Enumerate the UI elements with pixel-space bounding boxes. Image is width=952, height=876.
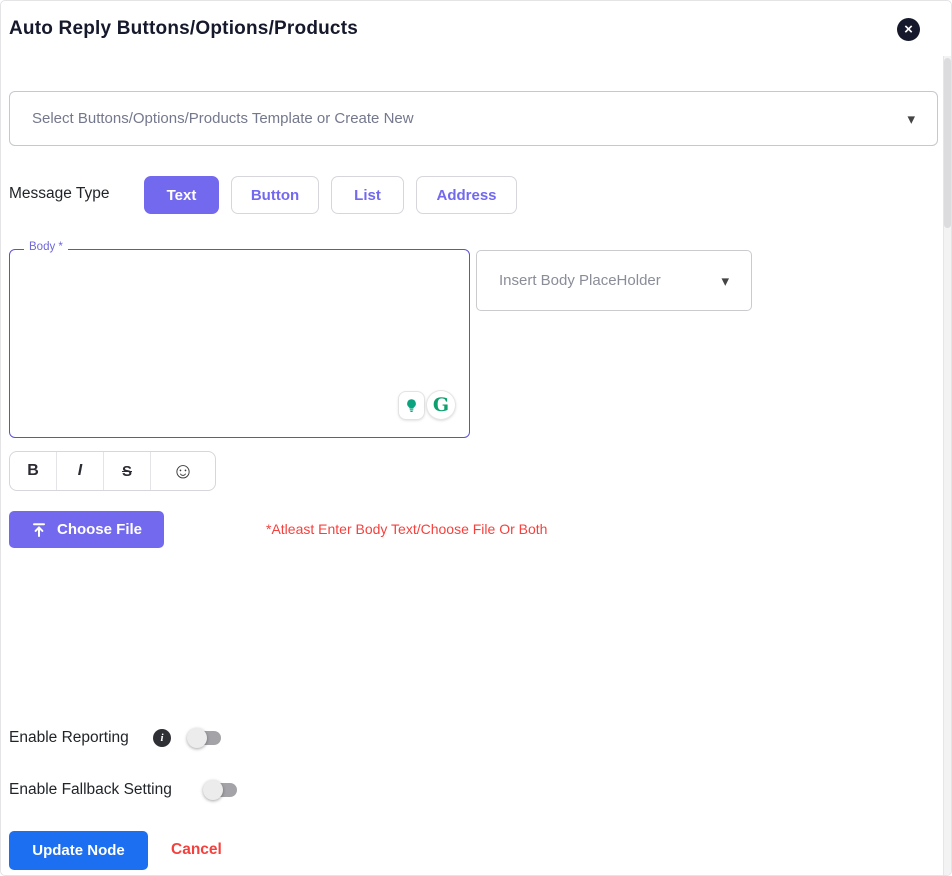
insert-body-placeholder-select[interactable]: Insert Body PlaceHolder ▾ <box>476 250 752 311</box>
auto-reply-dialog: Auto Reply Buttons/Options/Products × Se… <box>0 0 952 876</box>
grammarly-g-glyph: G <box>433 394 449 416</box>
page-title: Auto Reply Buttons/Options/Products <box>9 18 358 40</box>
message-type-label: Message Type <box>9 185 110 203</box>
close-icon: × <box>904 22 913 37</box>
chevron-down-icon: ▾ <box>721 272 729 290</box>
message-type-text-button[interactable]: Text <box>144 176 219 214</box>
upload-icon <box>31 522 47 538</box>
extension-icons: G <box>399 391 455 419</box>
toggle-knob <box>187 728 207 748</box>
enable-reporting-toggle[interactable] <box>187 728 224 748</box>
body-required-warning: *Atleast Enter Body Text/Choose File Or … <box>266 521 547 537</box>
enable-fallback-toggle[interactable] <box>203 780 240 800</box>
insert-body-placeholder-label: Insert Body PlaceHolder <box>499 272 661 289</box>
chevron-down-icon: ▾ <box>907 110 915 128</box>
scrollbar-track[interactable] <box>943 56 951 875</box>
info-icon[interactable]: i <box>153 729 171 747</box>
format-toolbar: B I S ☺ <box>9 451 216 491</box>
italic-button[interactable]: I <box>57 452 104 490</box>
template-select-placeholder: Select Buttons/Options/Products Template… <box>32 110 414 127</box>
update-node-button[interactable]: Update Node <box>9 831 148 870</box>
message-type-text-label: Text <box>167 187 197 204</box>
message-type-list-label: List <box>354 187 381 204</box>
info-glyph: i <box>160 732 163 744</box>
bold-button[interactable]: B <box>10 452 57 490</box>
close-button[interactable]: × <box>897 18 920 41</box>
message-type-button-button[interactable]: Button <box>231 176 319 214</box>
scrollbar-thumb[interactable] <box>944 58 951 228</box>
grammarly-icon[interactable]: G <box>427 391 455 419</box>
body-field: Body * G <box>9 249 470 438</box>
message-type-address-label: Address <box>436 187 496 204</box>
cancel-button[interactable]: Cancel <box>171 841 222 859</box>
template-select[interactable]: Select Buttons/Options/Products Template… <box>9 91 938 146</box>
choose-file-button[interactable]: Choose File <box>9 511 164 548</box>
strikethrough-icon: S <box>122 463 132 480</box>
enable-reporting-label: Enable Reporting <box>9 729 129 747</box>
suggestion-bulb-icon[interactable] <box>399 392 424 419</box>
italic-icon: I <box>78 462 82 480</box>
message-type-address-button[interactable]: Address <box>416 176 517 214</box>
toggle-knob <box>203 780 223 800</box>
bold-icon: B <box>27 462 39 480</box>
smiley-icon: ☺ <box>172 458 194 484</box>
emoji-button[interactable]: ☺ <box>151 452 215 490</box>
body-field-label: Body * <box>24 241 68 253</box>
strikethrough-button[interactable]: S <box>104 452 151 490</box>
choose-file-label: Choose File <box>57 521 142 538</box>
enable-fallback-label: Enable Fallback Setting <box>9 781 172 799</box>
message-type-button-label: Button <box>251 187 299 204</box>
message-type-list-button[interactable]: List <box>331 176 404 214</box>
